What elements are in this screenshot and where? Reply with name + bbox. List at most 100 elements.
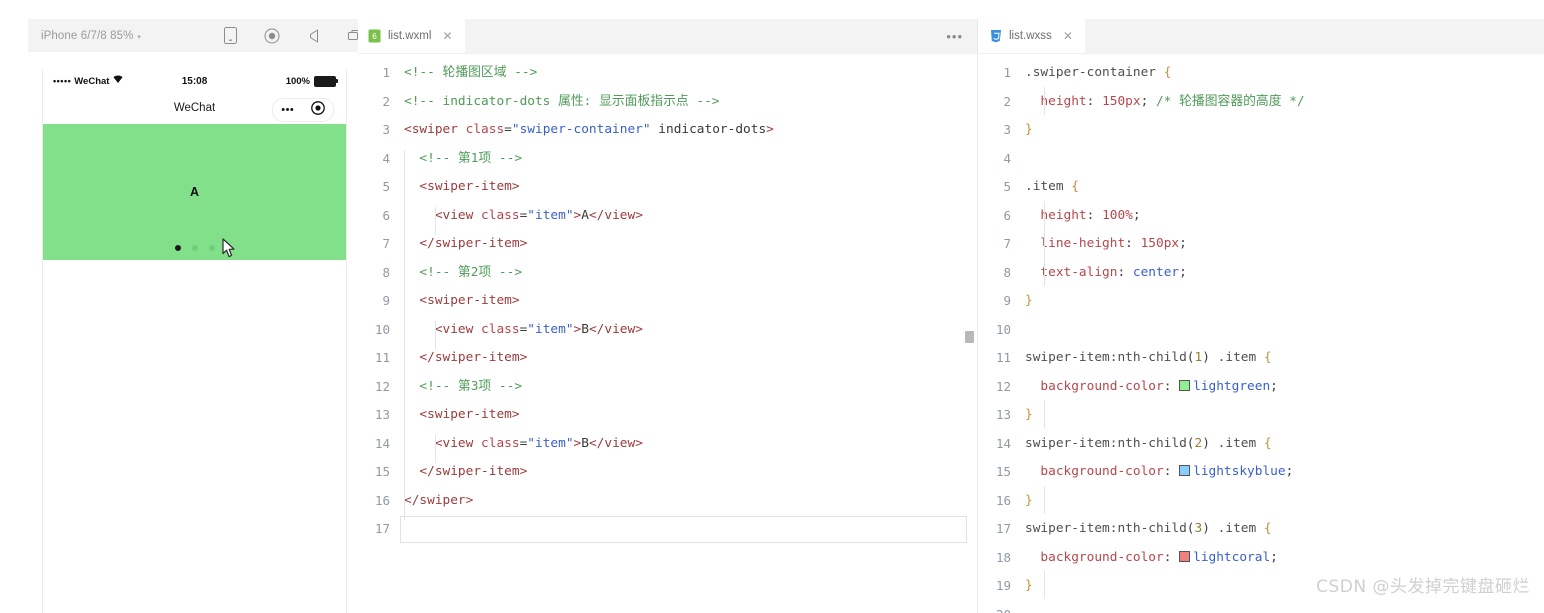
code-line[interactable]: 10 bbox=[979, 316, 1544, 345]
wxss-code-area[interactable]: 1 .swiper-container {2 height: 150px; /* … bbox=[979, 54, 1544, 613]
code-line[interactable]: 5 .item { bbox=[979, 173, 1544, 202]
code-text[interactable]: .swiper-container { bbox=[1025, 59, 1544, 88]
code-line[interactable]: 8 <!-- 第2项 --> bbox=[358, 259, 977, 288]
code-text[interactable]: <view class="item">B</view> bbox=[404, 316, 977, 345]
code-token: </swiper-item> bbox=[404, 464, 528, 479]
code-line[interactable]: 6 <view class="item">A</view> bbox=[358, 202, 977, 231]
color-swatch-icon[interactable] bbox=[1179, 465, 1191, 476]
code-line[interactable]: 4 bbox=[979, 145, 1544, 174]
menu-dots-icon[interactable]: ••• bbox=[281, 104, 294, 116]
device-selector[interactable]: iPhone 6/7/8 85% ▾ bbox=[41, 30, 141, 42]
code-text[interactable]: <swiper-item> bbox=[404, 401, 977, 430]
code-text[interactable]: </swiper> bbox=[404, 487, 977, 516]
nav-capsule[interactable]: ••• bbox=[272, 98, 334, 122]
code-text[interactable] bbox=[1025, 316, 1544, 345]
swiper-dot-3[interactable] bbox=[208, 245, 215, 251]
record-icon[interactable] bbox=[263, 27, 281, 45]
code-text[interactable]: <!-- 第1项 --> bbox=[404, 145, 977, 174]
code-line[interactable]: 2 <!-- indicator-dots 属性: 显示面板指示点 --> bbox=[358, 88, 977, 117]
code-text[interactable]: swiper-item:nth-child(2) .item { bbox=[1025, 430, 1544, 459]
code-text[interactable]: </swiper-item> bbox=[404, 458, 977, 487]
code-text[interactable]: <!-- 第3项 --> bbox=[404, 373, 977, 402]
code-text[interactable] bbox=[1025, 145, 1544, 174]
code-line[interactable]: 6 height: 100%; bbox=[979, 202, 1544, 231]
code-text[interactable]: <!-- 第2项 --> bbox=[404, 259, 977, 288]
code-text[interactable]: <!-- indicator-dots 属性: 显示面板指示点 --> bbox=[404, 88, 977, 117]
line-number: 3 bbox=[1003, 122, 1011, 137]
wxml-vertical-scrollbar[interactable] bbox=[965, 53, 974, 613]
code-text[interactable]: <swiper-item> bbox=[404, 173, 977, 202]
swiper-dot-1[interactable] bbox=[174, 245, 181, 251]
code-text[interactable]: <swiper-item> bbox=[404, 287, 977, 316]
code-text[interactable] bbox=[1025, 601, 1544, 613]
code-line[interactable]: 17 swiper-item:nth-child(3) .item { bbox=[979, 515, 1544, 544]
code-text[interactable]: height: 100%; bbox=[1025, 202, 1544, 231]
code-line[interactable]: 18 background-color: lightcoral; bbox=[979, 544, 1544, 573]
code-line[interactable]: 14 swiper-item:nth-child(2) .item { bbox=[979, 430, 1544, 459]
code-text[interactable]: <view class="item">A</view> bbox=[404, 202, 977, 231]
code-text[interactable]: } bbox=[1025, 401, 1544, 430]
code-line[interactable]: 16} bbox=[979, 487, 1544, 516]
code-token: lightcoral bbox=[1193, 549, 1271, 565]
code-text[interactable]: text-align: center; bbox=[1025, 259, 1544, 288]
code-text[interactable]: <swiper class="swiper-container" indicat… bbox=[404, 116, 977, 145]
code-line[interactable]: 14 <view class="item">B</view> bbox=[358, 430, 977, 459]
code-text[interactable]: swiper-item:nth-child(1) .item { bbox=[1025, 344, 1544, 373]
code-line[interactable]: 2 height: 150px; /* 轮播图容器的高度 */ bbox=[979, 88, 1544, 117]
code-text[interactable]: </swiper-item> bbox=[404, 344, 977, 373]
swiper-indicator-dots[interactable] bbox=[43, 245, 346, 251]
code-text[interactable]: background-color: lightskyblue; bbox=[1025, 458, 1544, 487]
scrollbar-thumb[interactable] bbox=[965, 331, 974, 343]
code-line[interactable]: 9} bbox=[979, 287, 1544, 316]
swiper-dot-2[interactable] bbox=[191, 245, 198, 251]
color-swatch-icon[interactable] bbox=[1179, 550, 1191, 562]
code-text[interactable]: height: 150px; /* 轮播图容器的高度 */ bbox=[1025, 88, 1544, 117]
code-line[interactable]: 16 </swiper> bbox=[358, 487, 977, 516]
code-line[interactable]: 12 background-color: lightgreen; bbox=[979, 373, 1544, 402]
code-text[interactable]: } bbox=[1025, 116, 1544, 145]
code-text[interactable]: swiper-item:nth-child(3) .item { bbox=[1025, 515, 1544, 544]
code-text[interactable]: background-color: lightcoral; bbox=[1025, 544, 1544, 573]
code-text[interactable]: line-height: 150px; bbox=[1025, 230, 1544, 259]
code-line[interactable]: 15 background-color: lightskyblue; bbox=[979, 458, 1544, 487]
close-icon[interactable]: ✕ bbox=[442, 29, 452, 43]
code-line[interactable]: 17 bbox=[358, 515, 977, 544]
close-icon[interactable]: ✕ bbox=[1063, 29, 1073, 43]
code-line[interactable]: 15 </swiper-item> bbox=[358, 458, 977, 487]
tab-list-wxss[interactable]: list.wxss ✕ bbox=[979, 19, 1085, 53]
code-line[interactable]: 13} bbox=[979, 401, 1544, 430]
code-text[interactable]: } bbox=[1025, 287, 1544, 316]
code-line[interactable]: 1 <!-- 轮播图区域 --> bbox=[358, 59, 977, 88]
code-text[interactable]: </swiper-item> bbox=[404, 230, 977, 259]
code-text[interactable]: } bbox=[1025, 487, 1544, 516]
code-text[interactable]: <view class="item">B</view> bbox=[404, 430, 977, 459]
code-line[interactable]: 9 <swiper-item> bbox=[358, 287, 977, 316]
code-line[interactable]: 10 <view class="item">B</view> bbox=[358, 316, 977, 345]
code-line[interactable]: 3} bbox=[979, 116, 1544, 145]
code-line[interactable]: 11 swiper-item:nth-child(1) .item { bbox=[979, 344, 1544, 373]
code-line[interactable]: 7 </swiper-item> bbox=[358, 230, 977, 259]
code-line[interactable]: 20 bbox=[979, 601, 1544, 613]
code-line[interactable]: 7 line-height: 150px; bbox=[979, 230, 1544, 259]
code-text[interactable]: .item { bbox=[1025, 173, 1544, 202]
code-text[interactable]: background-color: lightgreen; bbox=[1025, 373, 1544, 402]
code-text[interactable] bbox=[400, 515, 977, 544]
color-swatch-icon[interactable] bbox=[1179, 379, 1191, 391]
code-text[interactable]: <!-- 轮播图区域 --> bbox=[404, 59, 977, 88]
code-line[interactable]: 1 .swiper-container { bbox=[979, 59, 1544, 88]
code-line[interactable]: 3 <swiper class="swiper-container" indica… bbox=[358, 116, 977, 145]
line-number: 4 bbox=[382, 150, 390, 166]
tab-list-wxml[interactable]: 6 list.wxml ✕ bbox=[358, 19, 465, 53]
code-line[interactable]: 11 </swiper-item> bbox=[358, 344, 977, 373]
swiper-slide[interactable]: A bbox=[43, 124, 346, 260]
device-icon[interactable] bbox=[221, 27, 239, 45]
code-line[interactable]: 5 <swiper-item> bbox=[358, 173, 977, 202]
volume-icon[interactable] bbox=[305, 27, 323, 45]
code-line[interactable]: 13 <swiper-item> bbox=[358, 401, 977, 430]
wxml-code-area[interactable]: 1 <!-- 轮播图区域 --> 2 <!-- indicator-dots 属性: … bbox=[358, 54, 977, 544]
target-icon[interactable] bbox=[310, 100, 325, 120]
code-line[interactable]: 4 <!-- 第1项 --> bbox=[358, 145, 977, 174]
more-options-icon[interactable]: ••• bbox=[946, 29, 963, 44]
code-line[interactable]: 12 <!-- 第3项 --> bbox=[358, 373, 977, 402]
code-line[interactable]: 8 text-align: center; bbox=[979, 259, 1544, 288]
